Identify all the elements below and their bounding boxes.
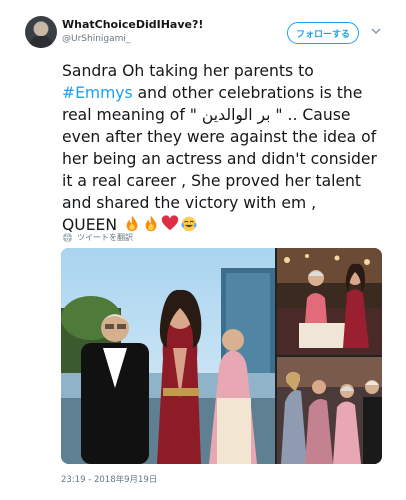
media-grid: [61, 248, 382, 464]
user-handle[interactable]: @UrShinigami_: [62, 34, 130, 44]
chevron-down-icon[interactable]: [370, 25, 382, 37]
photo-bottom-right[interactable]: [277, 357, 382, 464]
tweet-line-text: and other celebrations is the: [137, 84, 363, 102]
photo-top-right[interactable]: [277, 248, 382, 355]
tweet-timestamp[interactable]: 23:19 - 2018年9月19日: [61, 473, 157, 485]
tweet-line: Sandra Oh taking her parents to: [62, 62, 314, 80]
tears-of-joy-emoji: [181, 216, 197, 232]
fire-emoji: [126, 215, 138, 232]
display-name[interactable]: WhatChoiceDidIHave?!: [62, 18, 203, 31]
tweet-header: WhatChoiceDidIHave?! @UrShinigami_ フォローす…: [0, 0, 406, 52]
tweet-line: it a real career , She proved her talent: [62, 172, 362, 190]
tweet-text: Sandra Oh taking her parents to #Emmys a…: [62, 60, 392, 236]
translate-label: ツイートを翻訳: [77, 233, 133, 242]
tweet-line: and shared the victory with em ,: [62, 194, 317, 212]
fire-emoji: [145, 215, 157, 232]
tweet-line: real meaning of " بر الوالدين " .. Cause: [62, 106, 351, 124]
avatar[interactable]: [25, 16, 57, 48]
follow-button[interactable]: フォローする: [287, 22, 359, 44]
photo-main[interactable]: [61, 248, 275, 464]
red-heart-emoji: [161, 215, 179, 231]
tweet-line: her being an actress and didn't consider: [62, 150, 377, 168]
globe-icon: [62, 232, 73, 243]
tweet-line: #Emmys and other celebrations is the: [62, 82, 392, 104]
hashtag-link[interactable]: #Emmys: [62, 84, 133, 102]
tweet-line: even after they were against the idea of: [62, 128, 377, 146]
translate-tweet-link[interactable]: ツイートを翻訳: [62, 232, 133, 243]
